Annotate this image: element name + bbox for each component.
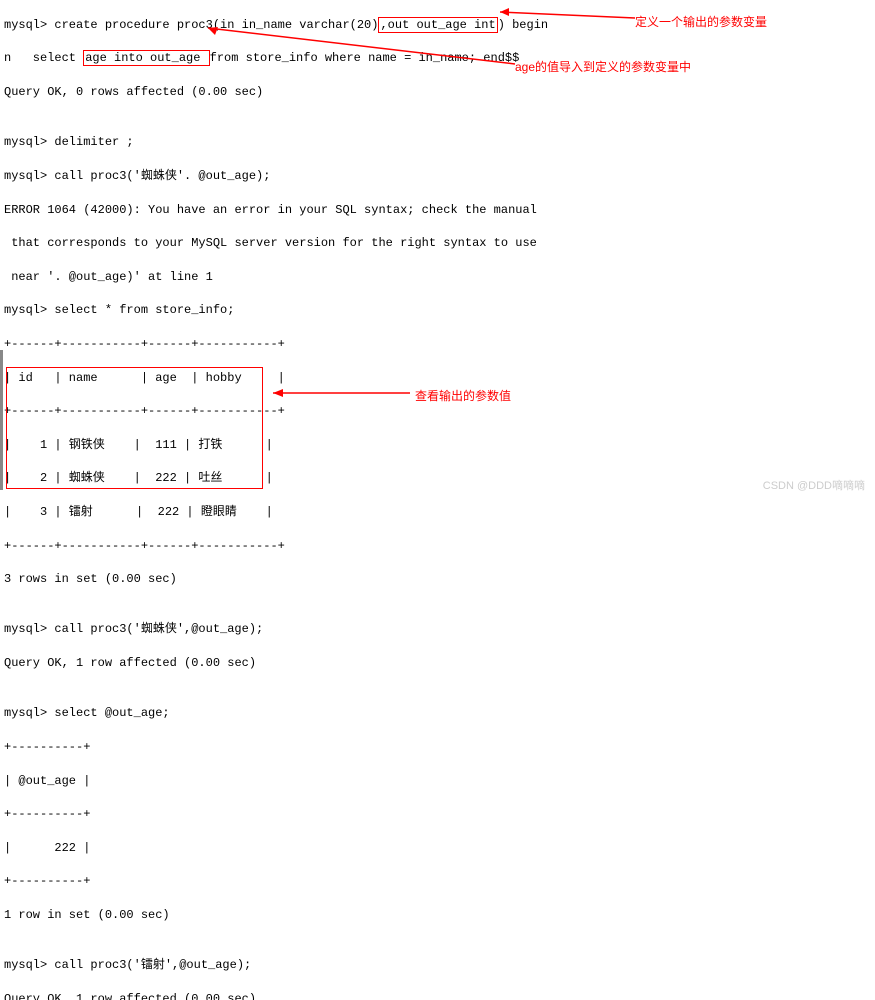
highlight-out-param: ,out out_age int — [378, 17, 497, 33]
code-line: | 2 | 蜘蛛侠 | 222 | 吐丝 | — [4, 470, 871, 487]
code-line: +----------+ — [4, 739, 871, 756]
terminal-output: mysql> create procedure proc3(in in_name… — [0, 0, 875, 1000]
code-line: | @out_age | — [4, 773, 871, 790]
highlight-into: age into out_age — [83, 50, 209, 66]
code-line: +------+-----------+------+-----------+ — [4, 538, 871, 555]
annotation-define-out: 定义一个输出的参数变量 — [635, 14, 767, 31]
annotation-view-output: 查看输出的参数值 — [415, 388, 511, 405]
code-line: +------+-----------+------+-----------+ — [4, 336, 871, 353]
code-line: Query OK, 1 row affected (0.00 sec) — [4, 655, 871, 672]
code-line: | id | name | age | hobby | — [4, 370, 871, 387]
code-line: +----------+ — [4, 806, 871, 823]
code-line: Query OK, 0 rows affected (0.00 sec) — [4, 84, 871, 101]
annotation-age-into: age的值导入到定义的参数变量中 — [515, 59, 691, 76]
code-line: ERROR 1064 (42000): You have an error in… — [4, 202, 871, 219]
code-line: that corresponds to your MySQL server ve… — [4, 235, 871, 252]
code-line: Query OK, 1 row affected (0.00 sec) — [4, 991, 871, 1000]
code-line: | 222 | — [4, 840, 871, 857]
code-line: mysql> select @out_age; — [4, 705, 871, 722]
code-line: 3 rows in set (0.00 sec) — [4, 571, 871, 588]
code-line: mysql> select * from store_info; — [4, 302, 871, 319]
side-bar — [0, 350, 3, 490]
code-line: n select age into out_age from store_inf… — [4, 50, 871, 67]
code-line: 1 row in set (0.00 sec) — [4, 907, 871, 924]
code-line: near '. @out_age)' at line 1 — [4, 269, 871, 286]
code-line: mysql> call proc3('镭射',@out_age); — [4, 957, 871, 974]
code-line: +------+-----------+------+-----------+ — [4, 403, 871, 420]
watermark: CSDN @DDD嘀嘀嘀 — [763, 479, 865, 494]
code-line: mysql> delimiter ; — [4, 134, 871, 151]
code-line: | 3 | 镭射 | 222 | 瞪眼睛 | — [4, 504, 871, 521]
code-line: | 1 | 钢铁侠 | 111 | 打铁 | — [4, 437, 871, 454]
code-line: mysql> call proc3('蜘蛛侠',@out_age); — [4, 621, 871, 638]
code-line: mysql> call proc3('蜘蛛侠'. @out_age); — [4, 168, 871, 185]
code-line: +----------+ — [4, 873, 871, 890]
